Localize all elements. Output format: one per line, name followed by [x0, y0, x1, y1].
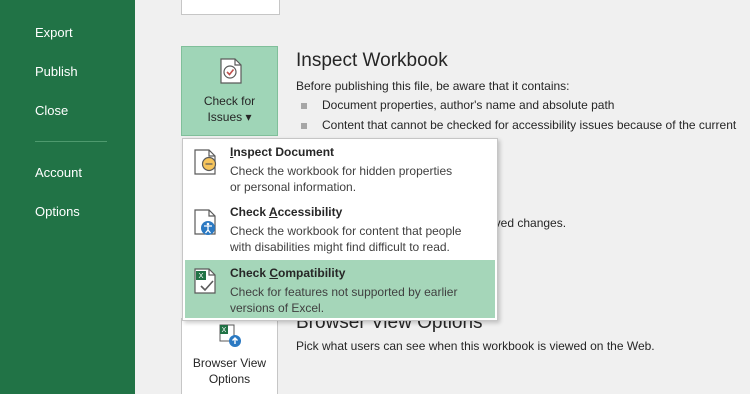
check-issues-menu: Inspect Document Check the workbook for …	[182, 138, 498, 321]
accessibility-icon	[193, 207, 219, 242]
sidebar-item-account[interactable]: Account	[35, 165, 82, 181]
check-compatibility-title: Check Compatibility	[230, 266, 346, 280]
browser-view-options-label: Browser View Options	[192, 356, 267, 386]
bullet-icon	[301, 123, 307, 129]
compatibility-icon: X	[193, 266, 219, 301]
sidebar-item-export[interactable]: Export	[35, 25, 73, 41]
sidebar-divider	[35, 141, 107, 142]
inspect-workbook-title: Inspect Workbook	[296, 50, 448, 71]
unsaved-changes-fragment: aved changes.	[488, 216, 567, 230]
check-accessibility-description: Check the workbook for content that peop…	[230, 224, 462, 254]
browser-view-options-button[interactable]: X Browser View Options	[181, 318, 278, 394]
check-for-issues-button[interactable]: Check for Issues ▾	[181, 46, 278, 136]
backstage-sidebar: Export Publish Close Account Options	[0, 0, 135, 394]
inspect-document-title: Inspect Document	[230, 145, 335, 159]
sidebar-item-publish[interactable]: Publish	[35, 64, 78, 80]
bullet-document-properties: Document properties, author's name and a…	[322, 98, 615, 112]
previous-section-button[interactable]	[181, 0, 280, 15]
svg-text:X: X	[198, 271, 203, 280]
check-accessibility-title: Check Accessibility	[230, 205, 343, 219]
check-issues-icon	[219, 57, 243, 90]
menu-item-check-compatibility[interactable]: X Check Compatibility Check for features…	[185, 260, 495, 318]
inspect-workbook-description: Before publishing this file, be aware th…	[296, 79, 570, 93]
browser-view-description: Pick what users can see when this workbo…	[296, 339, 655, 353]
svg-text:X: X	[222, 327, 227, 334]
check-for-issues-label: Check for Issues ▾	[203, 94, 256, 124]
menu-item-inspect-document[interactable]: Inspect Document Check the workbook for …	[183, 139, 497, 199]
check-compatibility-description: Check for features not supported by earl…	[230, 285, 458, 315]
sidebar-item-close[interactable]: Close	[35, 103, 68, 119]
excel-web-icon: X	[219, 323, 243, 354]
sidebar-item-options[interactable]: Options	[35, 204, 80, 220]
inspect-document-icon	[193, 147, 219, 182]
bullet-icon	[301, 103, 307, 109]
inspect-document-description: Check the workbook for hidden properties…	[230, 164, 453, 194]
menu-item-check-accessibility[interactable]: Check Accessibility Check the workbook f…	[183, 199, 497, 259]
bullet-accessibility-content: Content that cannot be checked for acces…	[322, 118, 737, 132]
